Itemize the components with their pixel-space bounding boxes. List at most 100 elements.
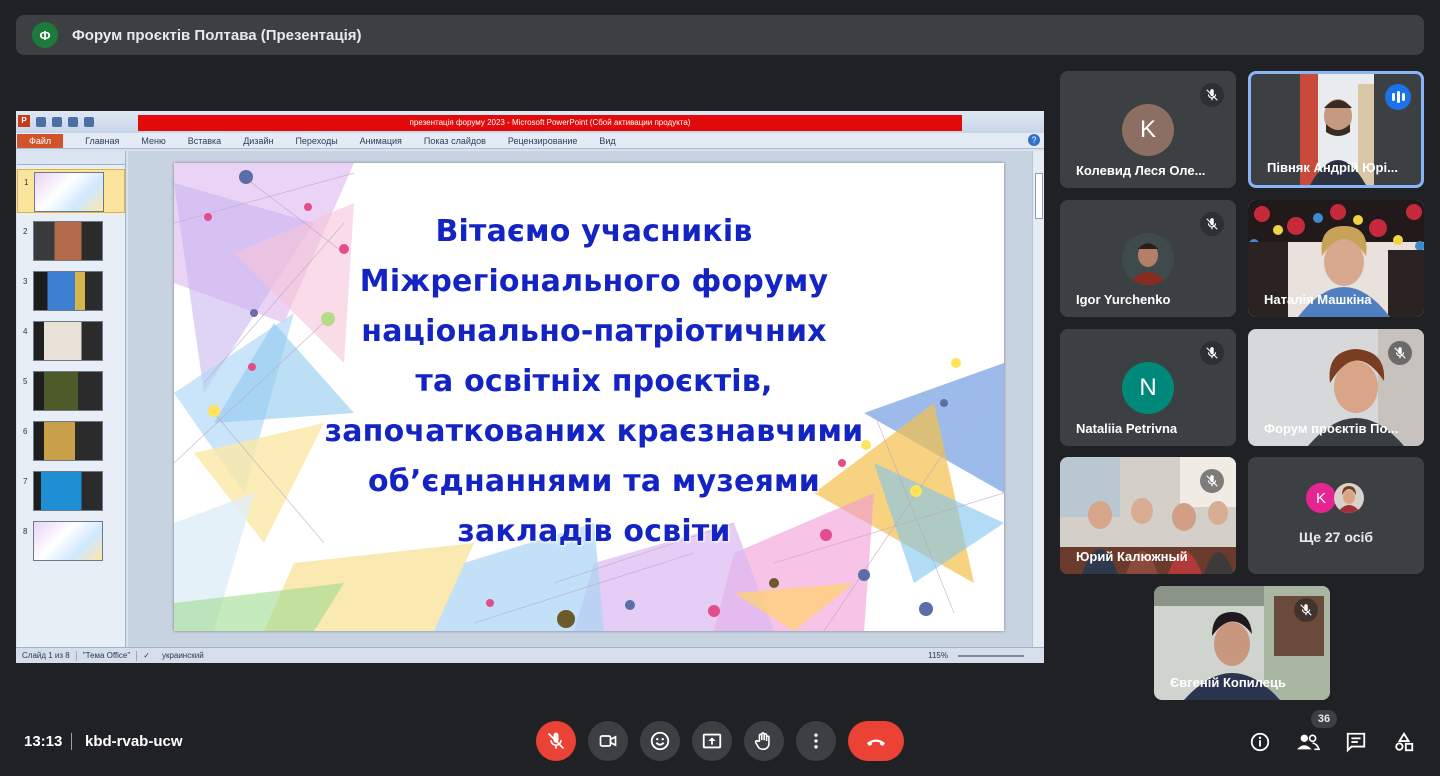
participant-avatar: K xyxy=(1122,104,1174,156)
zoom-level: 115% xyxy=(928,651,948,660)
ppt-window-title: презентація форуму 2023 - Microsoft Powe… xyxy=(138,115,962,131)
current-time: 13:13 xyxy=(24,733,63,750)
slide-thumbnail: 5 xyxy=(17,369,125,413)
slide-heading: Вітаємо учасників Міжрегіонального форум… xyxy=(254,207,934,557)
reactions-button[interactable] xyxy=(640,721,680,761)
slide-thumbnail: 4 xyxy=(17,319,125,363)
chat-icon xyxy=(1346,732,1366,753)
mic-off-icon xyxy=(1200,341,1224,365)
ppt-titlebar: P презентація форуму 2023 - Microsoft Po… xyxy=(16,111,1044,133)
presentation-bar: Ф Форум проєктів Полтава (Презентація) xyxy=(16,15,1424,55)
slide-thumbnail: 1 xyxy=(17,169,125,213)
camera-icon xyxy=(599,735,617,747)
slide-heading-line: та освітніх проєктів, xyxy=(415,364,773,399)
slide-heading-line: започаткованих краєзнавчими xyxy=(324,414,864,449)
ppt-tab: Показ слайдов xyxy=(423,135,486,146)
shared-screen: P презентація форуму 2023 - Microsoft Po… xyxy=(16,111,1044,663)
mic-off-icon xyxy=(1294,598,1318,622)
participant-name: Igor Yurchenko xyxy=(1076,292,1171,307)
more-options-button[interactable] xyxy=(796,721,836,761)
thumbnail-number: 2 xyxy=(23,227,28,236)
ppt-tab: Дизайн xyxy=(243,135,274,146)
thumbnail-image xyxy=(33,471,103,511)
hand-icon xyxy=(754,732,770,751)
mic-off-icon xyxy=(1200,83,1224,107)
ppt-tab: Вставка xyxy=(187,135,222,146)
quick-access-toolbar xyxy=(36,117,94,127)
presenter-avatar: Ф xyxy=(32,22,58,48)
people-button[interactable] xyxy=(1294,728,1322,756)
zoom-slider xyxy=(958,655,1024,657)
thumbnail-number: 5 xyxy=(23,377,28,386)
mic-off-icon xyxy=(547,732,565,750)
mic-off-icon xyxy=(1200,212,1224,236)
participant-count-badge: 36 xyxy=(1311,710,1337,728)
ppt-tab: Анимация xyxy=(359,135,402,146)
chat-button[interactable] xyxy=(1342,728,1370,756)
more-participants-tile[interactable]: K Ще 27 осіб xyxy=(1248,457,1424,574)
powerpoint-logo-icon: P xyxy=(18,115,30,127)
thumbnail-number: 8 xyxy=(23,527,28,536)
current-slide: Вітаємо учасників Міжрегіонального форум… xyxy=(174,163,1004,631)
leave-call-button[interactable] xyxy=(848,721,904,761)
participant-tile[interactable]: Юрий Калюжный xyxy=(1060,457,1236,574)
slide-heading-line: Вітаємо учасників xyxy=(435,214,753,249)
participant-tile[interactable]: N Nataliia Petrivna xyxy=(1060,329,1236,446)
participant-tile-active-speaker[interactable]: Півняк Андрій Юрі... xyxy=(1248,71,1424,188)
slide-thumbnail: 2 xyxy=(17,219,125,263)
participant-tile[interactable]: Форум проєктів По... xyxy=(1248,329,1424,446)
slide-thumbnails-pane: 1 2 3 4 5 6 7 8 xyxy=(17,151,126,647)
ppt-tab: Переходы xyxy=(295,135,338,146)
participant-tile[interactable]: Наталія Машкіна xyxy=(1248,200,1424,317)
thumbnail-number: 7 xyxy=(23,477,28,486)
participant-name: Nataliia Petrivna xyxy=(1076,421,1178,436)
print-icon xyxy=(84,117,94,127)
slide-counter: Слайд 1 из 8 xyxy=(22,651,70,660)
thumbnail-image xyxy=(33,271,103,311)
ppt-body: 1 2 3 4 5 6 7 8 Вітаємо учасників Міжрег… xyxy=(16,151,1044,647)
slide-canvas: Вітаємо учасників Міжрегіонального форум… xyxy=(128,151,1032,647)
presentation-title: Форум проєктів Полтава (Презентація) xyxy=(72,26,362,44)
ppt-file-tab: Файл xyxy=(17,133,64,148)
thumbnail-image xyxy=(33,421,103,461)
thumbnail-number: 1 xyxy=(24,178,29,187)
spellcheck-icon: ✓ xyxy=(143,651,150,660)
mic-off-icon xyxy=(1200,469,1224,493)
participant-name: Юрий Калюжный xyxy=(1076,549,1188,564)
meeting-code: kbd-rvab-ucw xyxy=(85,733,183,750)
participant-name: Євгеній Копилець xyxy=(1170,675,1286,690)
slide-heading-line: закладів освіти xyxy=(457,514,731,549)
participant-avatar: K xyxy=(1306,483,1336,513)
undo-icon xyxy=(52,117,62,127)
participant-tile[interactable]: K Колевид Леся Оле... xyxy=(1060,71,1236,188)
participant-tile[interactable]: Євгеній Копилець xyxy=(1154,586,1330,700)
present-icon xyxy=(702,733,722,749)
microphone-toggle-button[interactable] xyxy=(536,721,576,761)
emoji-icon xyxy=(650,731,670,751)
ppt-tab: Главная xyxy=(85,135,120,146)
participant-tile[interactable]: Igor Yurchenko xyxy=(1060,200,1236,317)
participant-avatar xyxy=(1122,233,1174,285)
slide-thumbnail: 3 xyxy=(17,269,125,313)
slide-thumbnail: 6 xyxy=(17,419,125,463)
activities-button[interactable] xyxy=(1390,728,1418,756)
save-icon xyxy=(36,117,46,127)
people-icon xyxy=(1297,734,1320,751)
mic-off-icon xyxy=(1388,341,1412,365)
info-icon xyxy=(1250,732,1270,752)
participant-name: Півняк Андрій Юрі... xyxy=(1267,160,1398,175)
more-vert-icon xyxy=(814,733,818,749)
present-screen-button[interactable] xyxy=(692,721,732,761)
slide-heading-line: об’єднаннями та музеями xyxy=(368,464,820,499)
participant-avatar: N xyxy=(1122,362,1174,414)
thumbnail-number: 6 xyxy=(23,427,28,436)
slide-heading-line: національно-патріотичних xyxy=(361,314,827,349)
ppt-statusbar: Слайд 1 из 8 "Тема Office" ✓ украинский … xyxy=(16,647,1044,663)
redo-icon xyxy=(68,117,78,127)
thumbnail-number: 4 xyxy=(23,327,28,336)
camera-toggle-button[interactable] xyxy=(588,721,628,761)
raise-hand-button[interactable] xyxy=(744,721,784,761)
thumbnail-image xyxy=(33,371,103,411)
language-label: украинский xyxy=(161,651,204,660)
meeting-details-button[interactable] xyxy=(1246,728,1274,756)
